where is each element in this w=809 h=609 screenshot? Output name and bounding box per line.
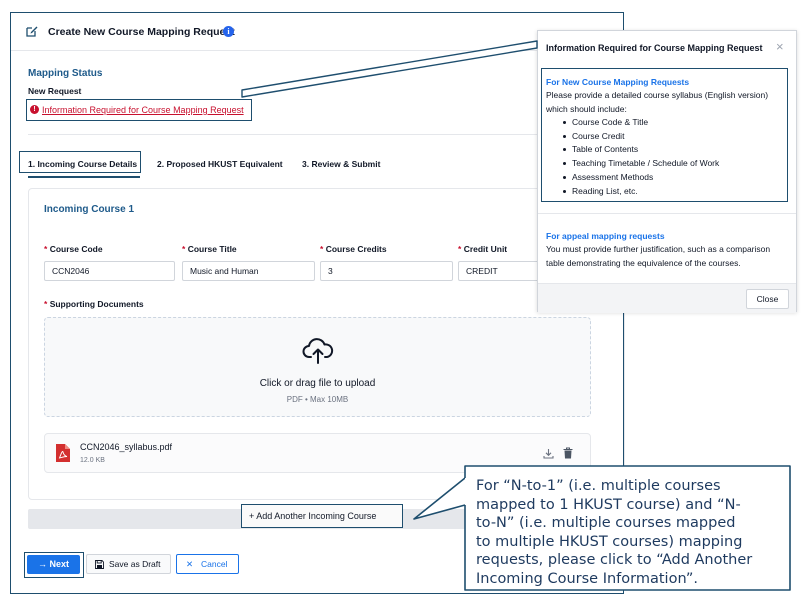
save-draft-label: Save as Draft: [109, 559, 161, 569]
tab-review-submit[interactable]: 3. Review & Submit: [302, 159, 380, 169]
new-request-heading: For New Course Mapping Requests: [546, 77, 690, 87]
popover-divider: [538, 213, 796, 214]
list-item: Table of Contents: [562, 143, 719, 157]
new-request-intro: Please provide a detailed course syllabu…: [546, 90, 769, 114]
list-item: Course Code & Title: [562, 116, 719, 130]
incoming-course-title: Incoming Course 1: [44, 204, 135, 215]
popover-close-button[interactable]: Close: [746, 289, 789, 309]
info-icon[interactable]: i: [223, 26, 234, 37]
cloud-upload-icon: [302, 338, 334, 364]
upload-instructions: Click or drag file to upload: [259, 378, 376, 389]
active-tab-indicator: [28, 176, 140, 178]
annotation-callout: For “N-to-1” (i.e. multiple courses mapp…: [476, 478, 753, 587]
request-status: New Request: [28, 86, 82, 96]
file-upload-dropzone[interactable]: Click or drag file to upload PDF • Max 1…: [44, 317, 591, 417]
list-item: Assessment Methods: [562, 171, 719, 185]
info-link-highlight: ! Information Required for Course Mappin…: [26, 99, 252, 121]
popover-footer: Close: [538, 283, 796, 313]
plus-icon: +: [249, 511, 255, 521]
next-label: Next: [49, 559, 70, 569]
tab-proposed-hkust-equivalent[interactable]: 2. Proposed HKUST Equivalent: [157, 159, 283, 169]
cancel-button[interactable]: ✕ Cancel: [176, 554, 239, 574]
delete-icon[interactable]: [563, 447, 573, 459]
next-button-highlight: → Next: [24, 552, 84, 578]
alert-icon: !: [30, 105, 39, 114]
page-title: Create New Course Mapping Request: [48, 26, 235, 38]
supporting-documents-label: * Supporting Documents: [44, 299, 144, 309]
course-code-input[interactable]: CCN2046: [44, 261, 175, 281]
popover-title: Information Required for Course Mapping …: [546, 43, 763, 53]
credit-unit-select[interactable]: CREDIT: [458, 261, 548, 281]
popover-close-icon[interactable]: ×: [776, 39, 784, 54]
panel-header: Create New Course Mapping Request i: [11, 13, 623, 51]
file-size: 12.0 KB: [80, 457, 105, 464]
uploaded-file-row: CCN2046_syllabus.pdf 12.0 KB: [44, 433, 591, 473]
pdf-file-icon: [56, 444, 70, 462]
close-icon: ✕: [186, 559, 194, 569]
appeal-heading: For appeal mapping requests: [546, 231, 665, 241]
save-icon: [95, 560, 104, 569]
save-draft-button[interactable]: Save as Draft: [86, 554, 171, 574]
credit-unit-label: * Credit Unit: [458, 244, 508, 254]
course-title-input[interactable]: Music and Human: [182, 261, 315, 281]
list-item: Reading List, etc.: [562, 185, 719, 199]
download-icon[interactable]: [543, 448, 554, 459]
edit-icon: [26, 26, 38, 37]
course-code-label: * Course Code: [44, 244, 103, 254]
list-item: Teaching Timetable / Schedule of Work: [562, 157, 719, 171]
info-popover: Information Required for Course Mapping …: [537, 30, 797, 313]
divider: [28, 134, 625, 135]
list-item: Course Credit: [562, 130, 719, 144]
tab-incoming-course-details[interactable]: 1. Incoming Course Details: [28, 159, 137, 169]
required-items-list: Course Code & Title Course Credit Table …: [562, 116, 719, 199]
info-required-link[interactable]: Information Required for Course Mapping …: [42, 105, 244, 115]
incoming-course-card: Incoming Course 1 * Course Code CCN2046 …: [28, 188, 625, 500]
next-button[interactable]: → Next: [27, 555, 80, 574]
arrow-right-icon: →: [37, 559, 47, 569]
add-another-course-label: Add Another Incoming Course: [256, 511, 377, 521]
course-credits-input[interactable]: 3: [320, 261, 453, 281]
add-another-course-button[interactable]: + Add Another Incoming Course: [241, 504, 403, 528]
appeal-text: You must provide further justification, …: [546, 244, 771, 268]
cancel-label: Cancel: [201, 559, 228, 569]
mapping-status-title: Mapping Status: [28, 68, 103, 79]
course-credits-label: * Course Credits: [320, 244, 387, 254]
upload-hint: PDF • Max 10MB: [286, 395, 349, 404]
course-title-label: * Course Title: [182, 244, 237, 254]
file-name: CCN2046_syllabus.pdf: [80, 442, 173, 452]
